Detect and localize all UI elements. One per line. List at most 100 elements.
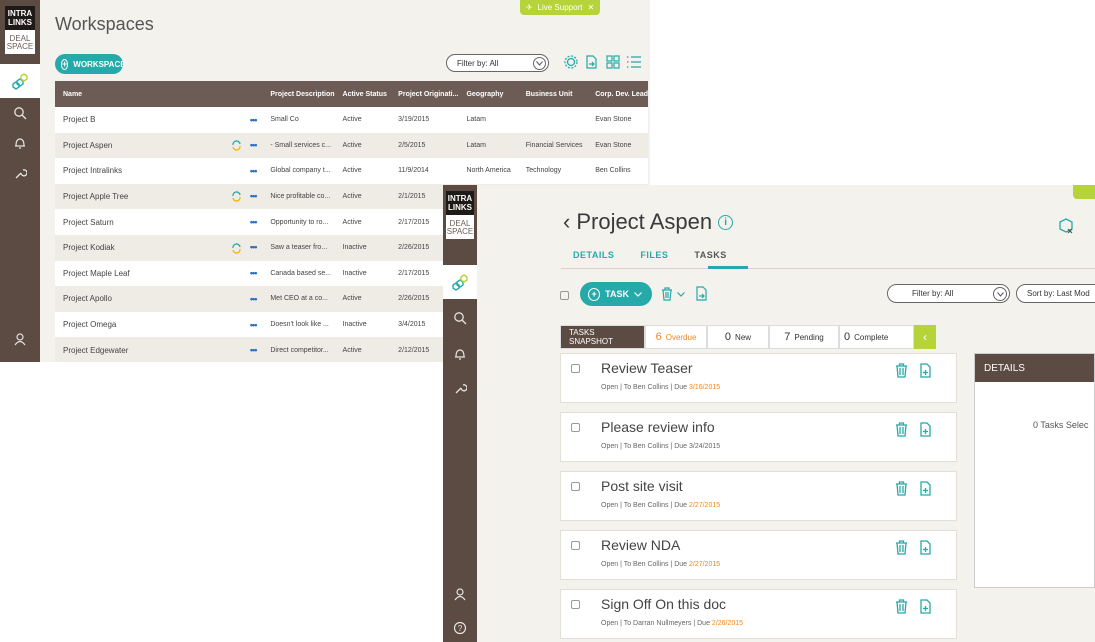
select-all-checkbox[interactable] — [560, 291, 569, 300]
filter-dropdown[interactable]: Filter by: All — [887, 284, 1010, 303]
tab-tasks[interactable]: TASKS — [694, 250, 726, 260]
table-row[interactable]: Project B ••• Small Co Active 3/19/2015 Latam… — [55, 107, 648, 133]
logo-top: INTRA LINKS — [5, 6, 35, 30]
nav-workspaces[interactable] — [0, 64, 40, 98]
live-support-button[interactable] — [1073, 185, 1095, 199]
delete-menu[interactable] — [661, 287, 685, 301]
collapse-snapshot-button[interactable]: ‹ — [914, 325, 936, 349]
add-file-icon[interactable] — [920, 599, 932, 614]
snapshot-label: TASKS SNAPSHOT — [560, 325, 645, 349]
nav-tools[interactable] — [0, 160, 40, 186]
more-options-icon[interactable]: ••• — [250, 166, 258, 176]
back-chevron-icon[interactable]: ‹ — [563, 209, 570, 235]
wrench-icon — [13, 166, 27, 180]
nav-profile[interactable] — [0, 326, 40, 352]
col-status[interactable]: Active Status — [334, 81, 391, 107]
table-row[interactable]: Project Intralinks ••• Global company t...… — [55, 158, 648, 184]
settings-gear-icon[interactable] — [564, 55, 578, 69]
row-name: Project B — [55, 107, 223, 133]
task-title[interactable]: Sign Off On this doc — [601, 596, 726, 612]
task-checkbox[interactable] — [571, 364, 580, 373]
snapshot-pending[interactable]: 7 Pending — [769, 325, 839, 349]
task-item[interactable]: Sign Off On this doc Open | To Darran Nul… — [560, 589, 957, 639]
row-actions: ••• — [222, 107, 263, 133]
add-file-icon[interactable] — [920, 422, 932, 437]
col-geography[interactable]: Geography — [458, 81, 518, 107]
pending-count: 7 — [784, 331, 791, 343]
nav-workspaces[interactable] — [443, 265, 477, 299]
more-options-icon[interactable]: ••• — [250, 140, 258, 150]
col-business-unit[interactable]: Business Unit — [517, 81, 588, 107]
col-lead[interactable]: Corp. Dev. Lead — [587, 81, 648, 107]
task-item[interactable]: Please review info Open | To Ben Collins … — [560, 412, 957, 462]
task-checkbox[interactable] — [571, 600, 580, 609]
col-description[interactable]: Project Description — [262, 81, 335, 107]
more-options-icon[interactable]: ••• — [250, 217, 258, 227]
workspace-settings-icon[interactable] — [1057, 217, 1075, 235]
task-item[interactable]: Review NDA Open | To Ben Collins | Due 2/… — [560, 530, 957, 580]
nav-help[interactable]: ? — [443, 615, 477, 641]
search-icon — [453, 311, 467, 325]
task-checkbox[interactable] — [571, 482, 580, 491]
grid-view-icon[interactable] — [606, 55, 620, 69]
row-description: Doesn't look like ... — [262, 311, 335, 338]
trash-icon[interactable] — [895, 599, 908, 614]
snapshot-new[interactable]: 0 New — [707, 325, 769, 349]
tab-details[interactable]: DETAILS — [573, 250, 614, 260]
task-title[interactable]: Please review info — [601, 419, 715, 435]
nav-search[interactable] — [443, 305, 477, 331]
more-options-icon[interactable]: ••• — [250, 268, 258, 278]
trash-icon[interactable] — [895, 422, 908, 437]
more-options-icon[interactable]: ••• — [250, 345, 258, 355]
col-origination[interactable]: Project Originati... — [390, 81, 459, 107]
trash-icon[interactable] — [895, 363, 908, 378]
export-icon[interactable] — [586, 55, 598, 69]
task-assignee: To Ben Collins — [623, 561, 669, 568]
nav-profile[interactable] — [443, 581, 477, 607]
col-name[interactable]: Name — [55, 81, 223, 107]
task-checkbox[interactable] — [571, 541, 580, 550]
trash-icon[interactable] — [895, 481, 908, 496]
more-options-icon[interactable]: ••• — [250, 294, 258, 304]
add-task-button[interactable]: + TASK — [580, 282, 652, 306]
export-icon[interactable] — [696, 286, 708, 301]
info-icon[interactable]: i — [718, 214, 734, 230]
user-icon — [453, 587, 467, 601]
task-meta: Open | To Ben Collins | Due 3/24/2015 — [601, 443, 720, 450]
list-view-icon[interactable] — [626, 55, 642, 69]
task-item[interactable]: Post site visit Open | To Ben Collins | D… — [560, 471, 957, 521]
tab-files[interactable]: FILES — [640, 250, 668, 260]
sort-dropdown[interactable]: Sort by: Last Mod — [1016, 284, 1095, 303]
more-options-icon[interactable]: ••• — [250, 191, 258, 201]
nav-search[interactable] — [0, 100, 40, 126]
more-options-icon[interactable]: ••• — [250, 320, 258, 330]
task-title[interactable]: Review Teaser — [601, 360, 693, 376]
task-checkbox[interactable] — [571, 423, 580, 432]
add-file-icon[interactable] — [920, 540, 932, 555]
live-support-label: Live Support — [537, 3, 583, 12]
add-file-icon[interactable] — [920, 363, 932, 378]
add-file-icon[interactable] — [920, 481, 932, 496]
task-title[interactable]: Review NDA — [601, 537, 680, 553]
trash-icon[interactable] — [895, 540, 908, 555]
plus-icon: + — [588, 287, 601, 301]
nav-notifications[interactable] — [0, 130, 40, 156]
task-title[interactable]: Post site visit — [601, 478, 683, 494]
filter-dropdown[interactable]: Filter by: All — [446, 54, 549, 72]
more-options-icon[interactable]: ••• — [250, 115, 258, 125]
nav-notifications[interactable] — [443, 341, 477, 367]
snapshot-overdue[interactable]: 6 Overdue — [645, 325, 707, 349]
nav-tools[interactable] — [443, 375, 477, 401]
snapshot-complete[interactable]: 0 Complete — [839, 325, 914, 349]
live-support-button[interactable]: ✈ Live Support ✕ — [520, 0, 600, 15]
trash-icon — [661, 287, 673, 301]
row-actions: ••• — [222, 311, 263, 338]
more-options-icon[interactable]: ••• — [250, 242, 258, 252]
table-row[interactable]: Project Aspen ••• - Small services c... Act… — [55, 132, 648, 159]
add-workspace-button[interactable]: + WORKSPACE — [55, 54, 126, 74]
close-icon[interactable]: ✕ — [587, 3, 594, 12]
plus-icon: + — [61, 58, 69, 70]
task-item[interactable]: Review Teaser Open | To Ben Collins | Due… — [560, 353, 957, 403]
row-status: Active — [334, 183, 391, 210]
help-icon: ? — [453, 621, 467, 635]
